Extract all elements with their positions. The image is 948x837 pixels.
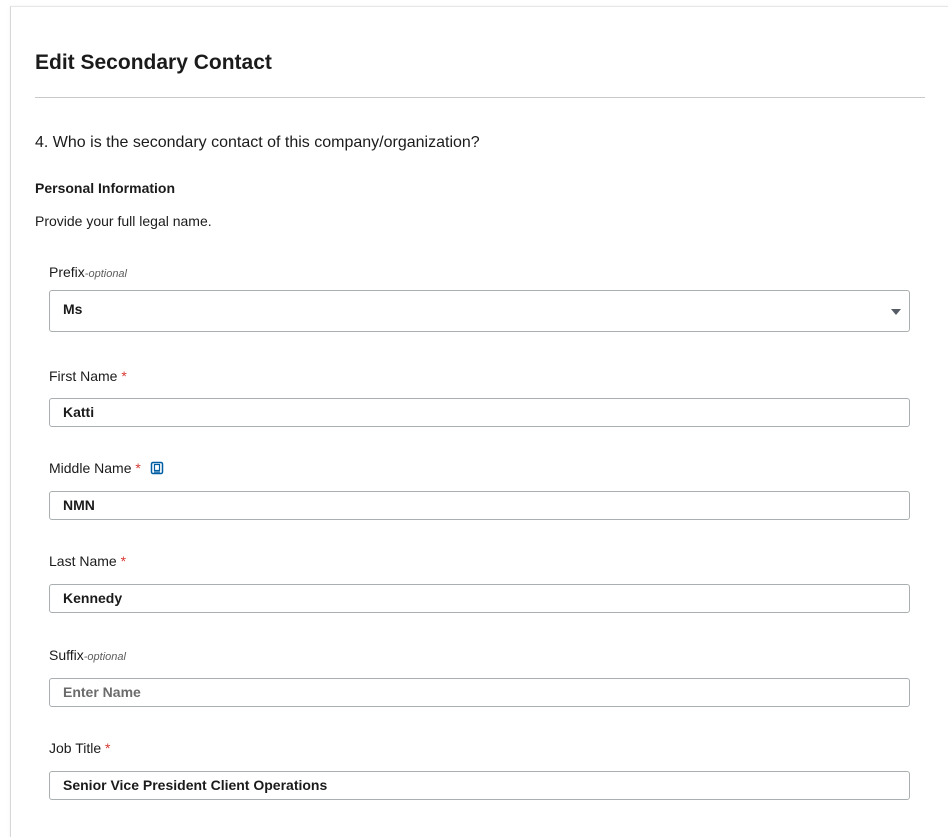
last-name-label: Last Name * <box>49 552 126 570</box>
edit-contact-card: Edit Secondary Contact 4. Who is the sec… <box>10 6 948 837</box>
middle-name-label-text: Middle Name <box>49 460 132 476</box>
last-name-required-mark: * <box>120 553 127 569</box>
copy-icon[interactable] <box>150 461 164 475</box>
first-name-input[interactable]: Katti <box>49 398 910 427</box>
job-title-label-text: Job Title <box>49 740 102 756</box>
section-title: Personal Information <box>35 180 176 196</box>
last-name-input[interactable]: Kennedy <box>49 584 910 613</box>
prefix-selected-value: Ms <box>63 301 83 317</box>
first-name-label: First Name * <box>49 367 127 385</box>
question-text: 4. Who is the secondary contact of this … <box>35 134 480 151</box>
first-name-required-mark: * <box>121 368 127 384</box>
title-divider <box>35 97 925 98</box>
middle-name-input[interactable]: NMN <box>49 491 910 520</box>
middle-name-label: Middle Name * <box>49 459 164 477</box>
last-name-label-text: Last Name <box>49 553 117 569</box>
first-name-label-text: First Name <box>49 368 118 384</box>
prefix-label-text: Prefix <box>49 264 85 280</box>
page-title: Edit Secondary Contact <box>35 51 272 74</box>
suffix-label-text: Suffix <box>49 647 84 663</box>
middle-name-required-mark: * <box>135 460 141 476</box>
hint-text: Provide your full legal name. <box>35 213 212 229</box>
prefix-select[interactable]: Ms <box>49 290 910 332</box>
prefix-label: Prefix-optional <box>49 263 127 283</box>
suffix-input[interactable]: Enter Name <box>49 678 910 707</box>
job-title-label: Job Title * <box>49 739 110 757</box>
prefix-optional-tag: -optional <box>84 268 127 280</box>
caret-down-icon <box>891 309 901 315</box>
suffix-label: Suffix-optional <box>49 646 126 666</box>
suffix-optional-tag: -optional <box>83 651 126 663</box>
job-title-input[interactable]: Senior Vice President Client Operations <box>49 771 910 800</box>
job-title-required-mark: * <box>105 740 111 756</box>
